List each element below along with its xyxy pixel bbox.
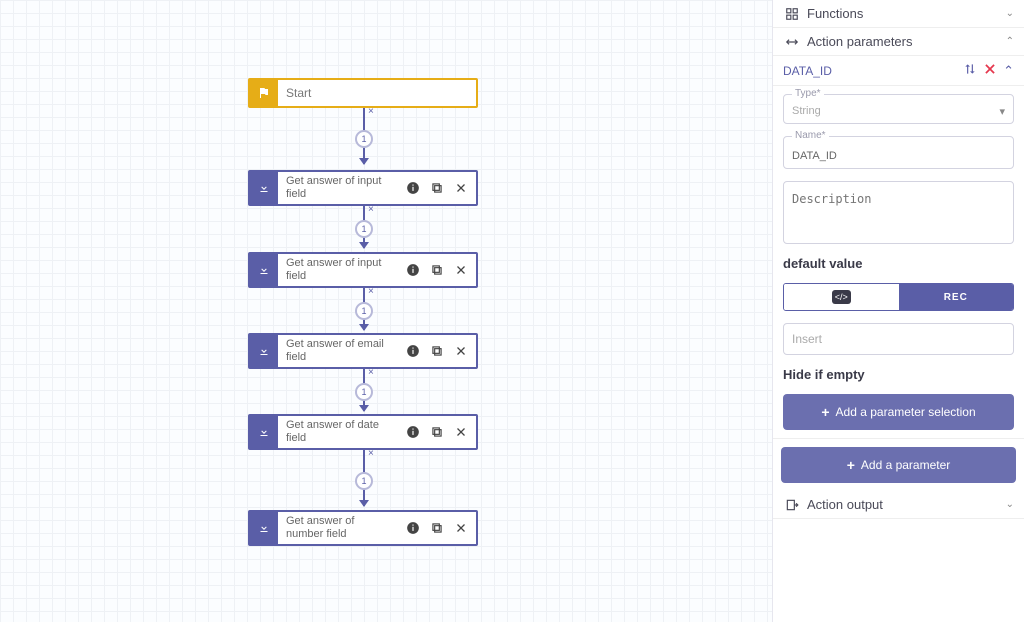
type-field[interactable]: Type* String: [783, 94, 1014, 124]
node-label: Start: [278, 80, 476, 106]
flow-node-action[interactable]: Get answer of input field: [248, 252, 478, 288]
node-label: Get answer of number field: [286, 515, 391, 540]
info-icon[interactable]: [404, 423, 422, 441]
copy-icon[interactable]: [428, 519, 446, 537]
button-label: Add a parameter: [861, 458, 950, 472]
connector-remove-icon[interactable]: ×: [368, 204, 374, 215]
panel-action-parameters[interactable]: Action parameters ⌃: [773, 28, 1024, 56]
info-icon[interactable]: [404, 519, 422, 537]
download-icon: [250, 172, 278, 204]
connector-remove-icon[interactable]: ×: [368, 106, 374, 117]
panel-functions[interactable]: Functions ⌄: [773, 0, 1024, 28]
panel-title: Functions: [807, 6, 863, 21]
flow-node-action[interactable]: Get answer of email field: [248, 333, 478, 369]
plus-icon: +: [847, 457, 855, 473]
close-icon[interactable]: [452, 179, 470, 197]
chevron-up-icon: ⌃: [1006, 36, 1014, 47]
connector: × 1: [363, 206, 365, 248]
chevron-down-icon: ⌄: [1006, 499, 1014, 510]
connector-badge: 1: [355, 302, 373, 320]
node-label: Get answer of input field: [286, 175, 391, 200]
panel-title: Action parameters: [807, 34, 913, 49]
copy-icon[interactable]: [428, 342, 446, 360]
download-icon: [250, 416, 278, 448]
connector: × 1: [363, 288, 365, 330]
chevron-down-icon: ⌄: [1006, 8, 1014, 19]
connector: × 1: [363, 108, 365, 164]
name-input[interactable]: [792, 150, 1005, 162]
download-icon: [250, 254, 278, 286]
connector-remove-icon[interactable]: ×: [368, 286, 374, 297]
field-label: Name*: [792, 130, 829, 141]
node-label: Get answer of email field: [286, 338, 391, 363]
flow-node-action[interactable]: Get answer of number field: [248, 510, 478, 546]
parameter-body: Type* String Name* default value </> REC…: [773, 86, 1024, 439]
node-label: Get answer of date field: [286, 419, 391, 444]
copy-icon[interactable]: [428, 179, 446, 197]
default-value-label: default value: [783, 256, 1014, 271]
flag-icon: [250, 80, 278, 106]
hide-if-empty-label: Hide if empty: [783, 367, 1014, 382]
node-label: Get answer of input field: [286, 257, 391, 282]
grid-icon: [783, 7, 801, 21]
output-icon: [783, 498, 801, 512]
insert-field[interactable]: Insert: [783, 323, 1014, 355]
panel-action-output[interactable]: Action output ⌄: [773, 491, 1024, 519]
name-field[interactable]: Name*: [783, 136, 1014, 169]
rec-mode-button[interactable]: REC: [899, 284, 1014, 310]
connector-badge: 1: [355, 383, 373, 401]
copy-icon[interactable]: [428, 423, 446, 441]
connector-badge: 1: [355, 220, 373, 238]
connector: × 1: [363, 450, 365, 506]
flow-node-action[interactable]: Get answer of date field: [248, 414, 478, 450]
download-icon: [250, 335, 278, 367]
code-mode-button[interactable]: </>: [784, 284, 899, 310]
connector-remove-icon[interactable]: ×: [368, 367, 374, 378]
connector: × 1: [363, 369, 365, 411]
plus-icon: +: [821, 404, 829, 420]
flow-node-action[interactable]: Get answer of input field: [248, 170, 478, 206]
info-icon[interactable]: [404, 179, 422, 197]
flow-canvas[interactable]: Start × 1 Get answer of input field × 1 …: [0, 0, 772, 622]
parameter-name: DATA_ID: [783, 64, 957, 78]
close-icon[interactable]: [452, 519, 470, 537]
value-mode-toggle: </> REC: [783, 283, 1014, 311]
download-icon: [250, 512, 278, 544]
add-parameter-selection-button[interactable]: + Add a parameter selection: [783, 394, 1014, 430]
code-icon: </>: [832, 290, 851, 304]
description-field[interactable]: [783, 181, 1014, 244]
arrows-horizontal-icon: [783, 35, 801, 49]
delete-icon[interactable]: [983, 62, 997, 79]
close-icon[interactable]: [452, 342, 470, 360]
panel-title: Action output: [807, 497, 883, 512]
add-parameter-button[interactable]: + Add a parameter: [781, 447, 1016, 483]
connector-badge: 1: [355, 472, 373, 490]
copy-icon[interactable]: [428, 261, 446, 279]
close-icon[interactable]: [452, 261, 470, 279]
chevron-up-icon[interactable]: ⌃: [1003, 63, 1014, 79]
field-label: Type*: [792, 88, 824, 99]
button-label: Add a parameter selection: [836, 405, 976, 419]
info-icon[interactable]: [404, 261, 422, 279]
info-icon[interactable]: [404, 342, 422, 360]
connector-remove-icon[interactable]: ×: [368, 448, 374, 459]
description-input[interactable]: [792, 192, 1005, 234]
close-icon[interactable]: [452, 423, 470, 441]
parameter-row: DATA_ID ⌃: [773, 56, 1024, 86]
flow-node-start[interactable]: Start: [248, 78, 478, 108]
reorder-icon[interactable]: [963, 62, 977, 79]
sidebar: Functions ⌄ Action parameters ⌃ DATA_ID …: [772, 0, 1024, 622]
connector-badge: 1: [355, 130, 373, 148]
type-value: String: [792, 105, 1005, 117]
